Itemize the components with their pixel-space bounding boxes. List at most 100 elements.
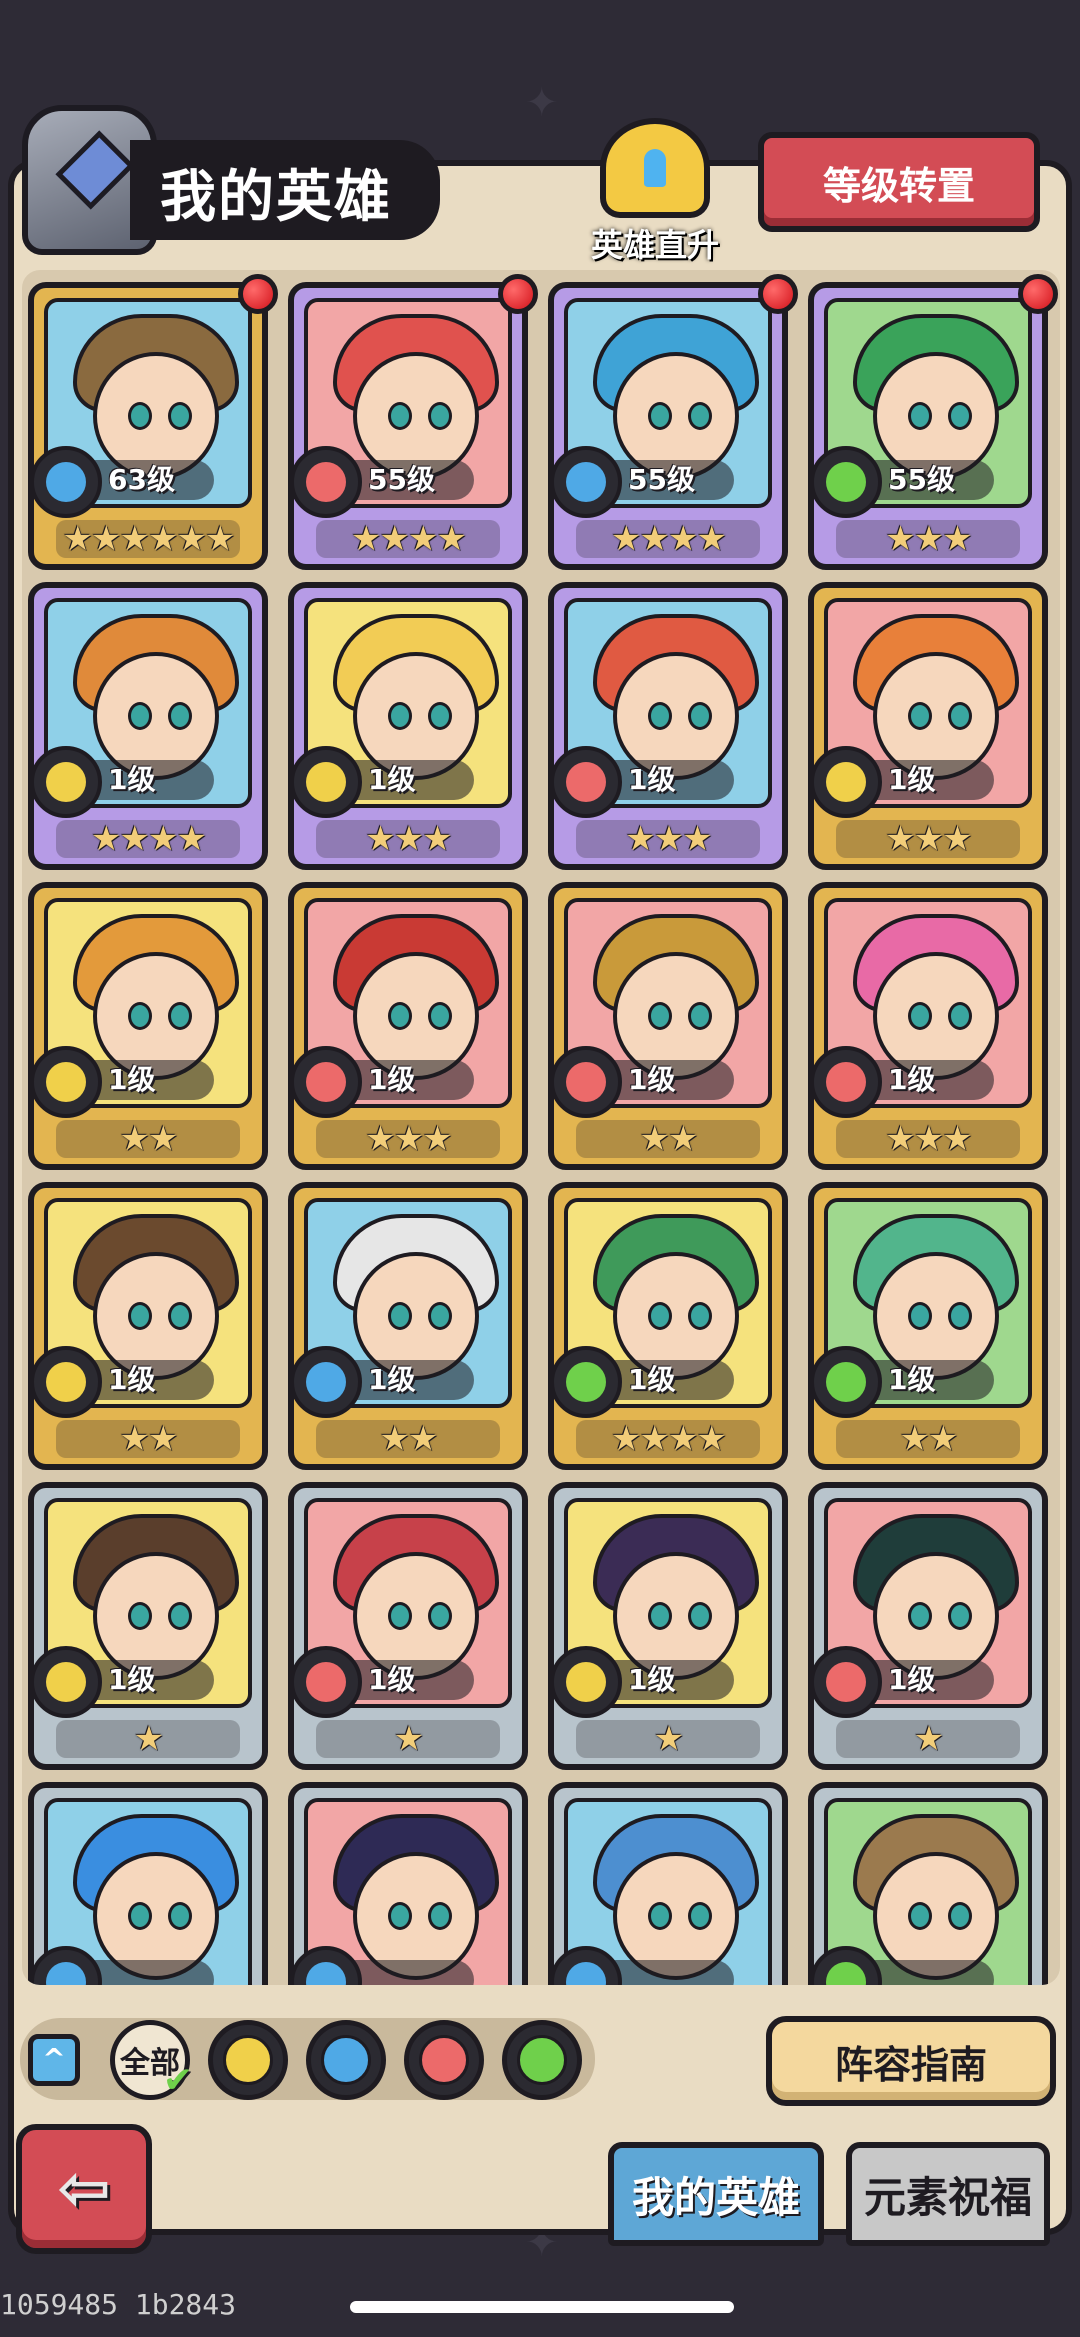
hero-level: 55级 <box>888 463 955 496</box>
tab-my-heroes[interactable]: 我的英雄 <box>608 2142 824 2246</box>
hero-eye <box>128 1902 152 1930</box>
hero-eye <box>948 402 972 430</box>
hero-card[interactable]: 1级 ★★★ <box>288 582 528 870</box>
hero-card[interactable]: 1级 ★ <box>548 1482 788 1770</box>
hero-stars: ★★★ <box>316 1120 500 1158</box>
hero-card[interactable]: 1级 ★★★★ <box>28 582 268 870</box>
hero-eye <box>428 1002 452 1030</box>
hero-eye <box>648 1302 672 1330</box>
hero-card[interactable] <box>548 1782 788 1985</box>
hero-level: 1级 <box>888 1663 936 1696</box>
hero-card[interactable]: 1级 ★★★ <box>808 882 1048 1170</box>
filter-earth-button[interactable] <box>208 2020 288 2100</box>
hero-eye <box>168 1902 192 1930</box>
element-gem <box>306 462 346 502</box>
fire-element-icon <box>294 1646 362 1718</box>
hero-level: 63级 <box>108 463 175 496</box>
hero-level: 1级 <box>368 1063 416 1096</box>
hero-level: 1级 <box>628 1663 676 1696</box>
hero-eye <box>428 702 452 730</box>
earth-element-icon <box>294 746 362 818</box>
hero-eye <box>388 1902 412 1930</box>
earth-element-icon <box>814 746 882 818</box>
element-gem <box>46 462 86 502</box>
hero-card[interactable]: 1级 ★★★ <box>548 582 788 870</box>
back-arrow-icon: ⇦ <box>57 2152 111 2226</box>
hero-stars: ★★ <box>576 1120 760 1158</box>
element-gem <box>306 1362 346 1402</box>
hero-card[interactable]: 1级 ★ <box>28 1482 268 1770</box>
element-gem <box>566 1362 606 1402</box>
wind-element-icon <box>517 2035 567 2085</box>
hero-stars: ★★ <box>56 1420 240 1458</box>
hero-grid-container: 63级 ★★★★★★ 55级 ★★★★ 55级 ★★★★ 55级 ★★★ 1级 ★★★★ 1级 ★★★… <box>22 270 1060 1985</box>
water-element-icon <box>554 446 622 518</box>
hero-card[interactable] <box>808 1782 1048 1985</box>
hero-stars: ★★★ <box>576 820 760 858</box>
hero-card[interactable]: 1级 ★★ <box>288 1182 528 1470</box>
hero-level: 1级 <box>628 763 676 796</box>
tab-element-blessing[interactable]: 元素祝福 <box>846 2142 1050 2246</box>
hero-stars: ★★★★ <box>56 820 240 858</box>
water-element-icon <box>321 2035 371 2085</box>
hero-card[interactable]: 55级 ★★★★ <box>548 282 788 570</box>
hero-stars: ★★ <box>836 1420 1020 1458</box>
hero-eye <box>948 1302 972 1330</box>
hero-eye <box>948 1902 972 1930</box>
hero-card[interactable]: 63级 ★★★★★★ <box>28 282 268 570</box>
hero-direct-upgrade-button[interactable]: 英雄直升 <box>580 118 730 264</box>
hero-level: 55级 <box>628 463 695 496</box>
lineup-guide-button[interactable]: 阵容指南 <box>766 2016 1056 2106</box>
hero-stars: ★ <box>316 1720 500 1758</box>
debug-text: 1059485 1b2843 <box>0 2288 237 2321</box>
hero-stars: ★★ <box>316 1420 500 1458</box>
hero-stars: ★★★ <box>836 820 1020 858</box>
earth-element-icon <box>223 2035 273 2085</box>
hero-card[interactable] <box>288 1782 528 1985</box>
filter-fire-button[interactable] <box>404 2020 484 2100</box>
hero-level: 1级 <box>108 763 156 796</box>
home-indicator[interactable] <box>350 2301 734 2313</box>
hero-eye <box>388 1302 412 1330</box>
hero-eye <box>168 1002 192 1030</box>
hero-eye <box>428 1302 452 1330</box>
hero-eye <box>388 1602 412 1630</box>
hero-level: 1级 <box>368 1363 416 1396</box>
notification-dot <box>1018 274 1058 314</box>
hero-card[interactable]: 1级 ★★ <box>548 882 788 1170</box>
hero-card[interactable]: 1级 ★★ <box>808 1182 1048 1470</box>
back-button[interactable]: ⇦ <box>16 2124 152 2254</box>
hero-card[interactable]: 1级 ★ <box>808 1482 1048 1770</box>
element-gem <box>826 1662 866 1702</box>
hero-card[interactable]: 1级 ★★ <box>28 1182 268 1470</box>
level-transfer-button[interactable]: 等级转置 <box>758 132 1040 232</box>
checkmark-icon: ✔ <box>162 2060 193 2101</box>
hero-eye <box>168 702 192 730</box>
hero-level: 1级 <box>368 763 416 796</box>
hero-stars: ★★★ <box>836 520 1020 558</box>
hero-eye <box>688 702 712 730</box>
hero-card[interactable]: 55级 ★★★★ <box>288 282 528 570</box>
hero-eye <box>128 1302 152 1330</box>
collapse-filter-button[interactable]: ^ <box>28 2034 80 2086</box>
hero-card[interactable]: 55级 ★★★ <box>808 282 1048 570</box>
element-gem <box>306 1962 346 1985</box>
filter-wind-button[interactable] <box>502 2020 582 2100</box>
hero-card[interactable]: 1级 ★★ <box>28 882 268 1170</box>
hero-card[interactable] <box>28 1782 268 1985</box>
hero-card[interactable]: 1级 ★★★ <box>288 882 528 1170</box>
hero-card[interactable]: 1级 ★ <box>288 1482 528 1770</box>
hero-level: 55级 <box>368 463 435 496</box>
hero-eye <box>388 702 412 730</box>
hero-card[interactable]: 1级 ★★★★ <box>548 1182 788 1470</box>
hero-eye <box>908 1602 932 1630</box>
hero-card[interactable]: 1级 ★★★ <box>808 582 1048 870</box>
hero-eye <box>648 1902 672 1930</box>
hero-stars: ★★★★ <box>316 520 500 558</box>
hero-eye <box>688 1302 712 1330</box>
hero-level: 1级 <box>888 1363 936 1396</box>
level-plate <box>864 1960 994 1985</box>
filter-water-button[interactable] <box>306 2020 386 2100</box>
hero-eye <box>128 702 152 730</box>
filter-all-button[interactable]: 全部 ✔ <box>110 2020 193 2101</box>
